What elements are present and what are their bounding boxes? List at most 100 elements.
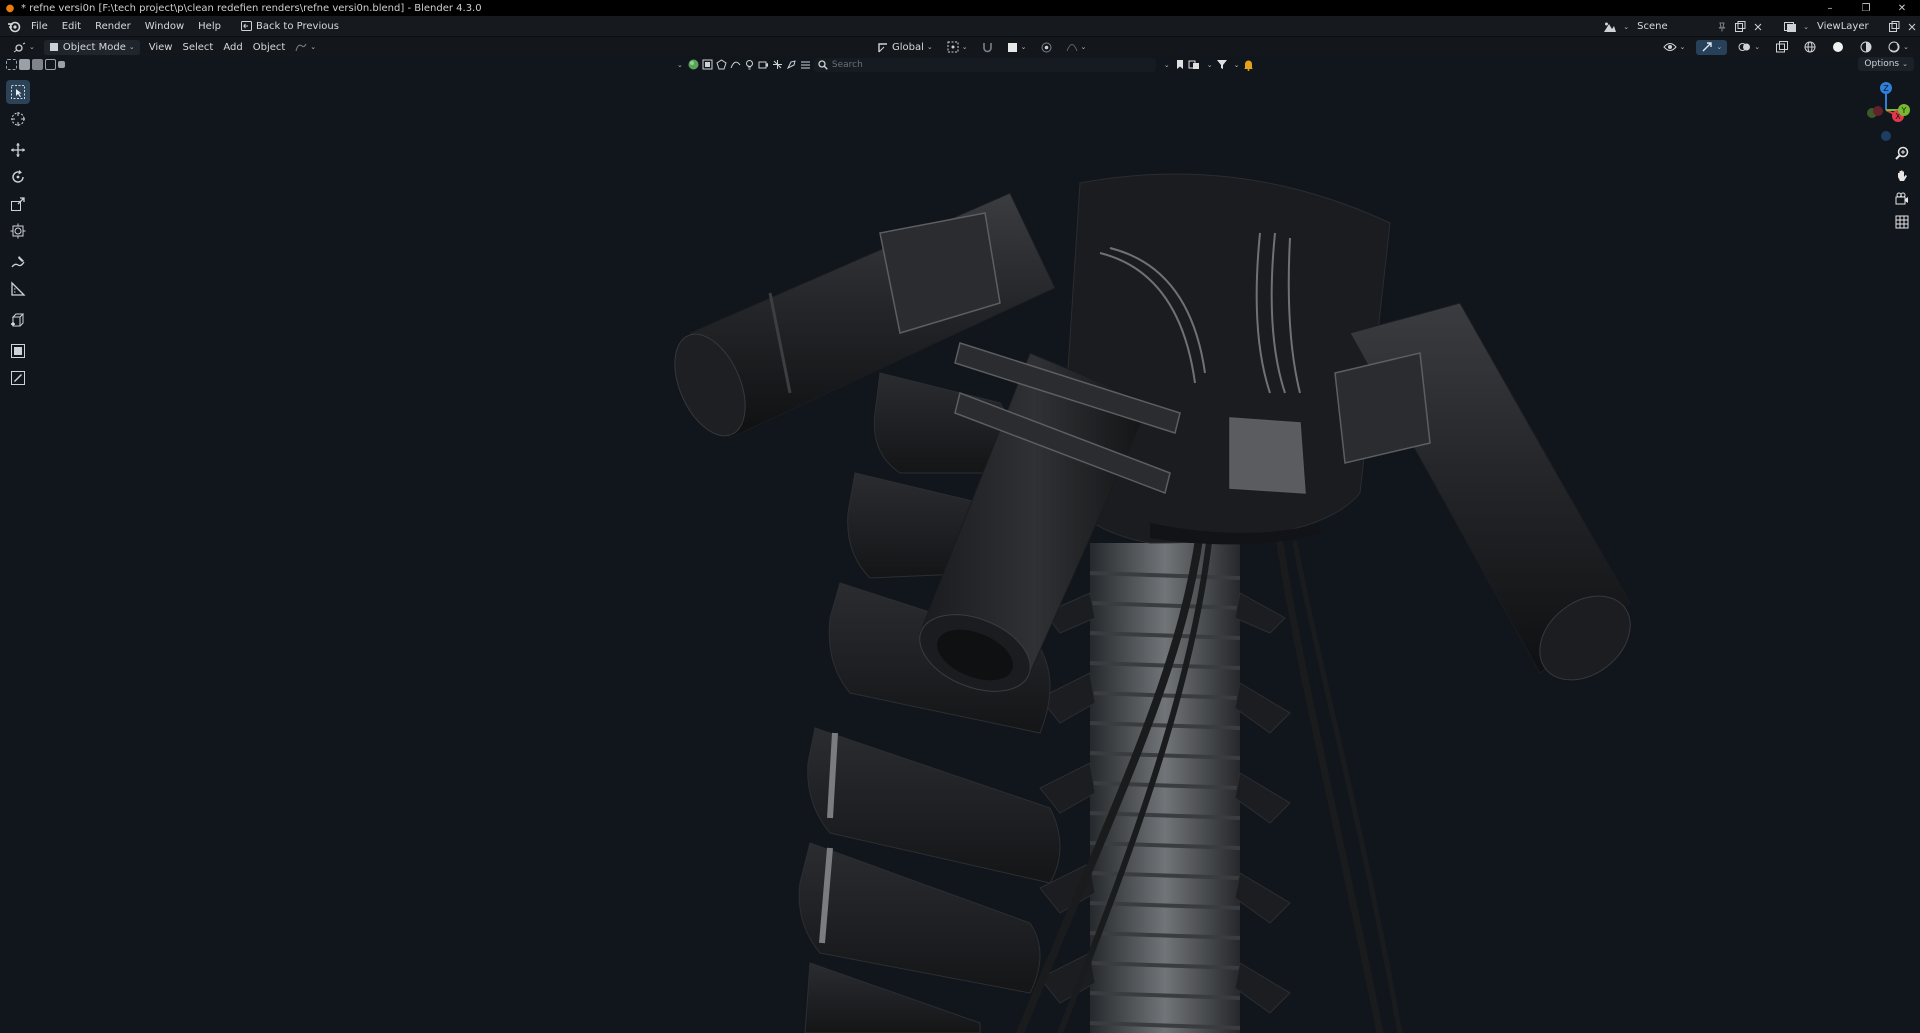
shading-material-button[interactable]: [1855, 40, 1877, 55]
tool-move[interactable]: [6, 138, 30, 162]
object-mode-dropdown[interactable]: Object Mode ⌄: [43, 39, 140, 55]
tool-rotate[interactable]: [6, 165, 30, 189]
gpencil-menu-button[interactable]: ⌄: [290, 40, 321, 55]
add-cube-icon: [11, 313, 25, 327]
3d-viewport-icon: [13, 42, 26, 52]
select-extend-icon[interactable]: [19, 59, 30, 70]
search-box[interactable]: [813, 57, 1156, 72]
close-icon: [1754, 23, 1762, 30]
xray-toggle[interactable]: [1771, 40, 1793, 55]
y-axis-handle[interactable]: Y: [1898, 104, 1910, 116]
viewlayer-name-field[interactable]: ViewLayer: [1813, 19, 1885, 34]
negative-x-axis-handle[interactable]: [1873, 106, 1883, 116]
tool-annotate[interactable]: [6, 250, 30, 274]
pivot-point-dropdown[interactable]: ⌄: [942, 40, 973, 55]
editor-type-button[interactable]: ⌄: [8, 40, 40, 55]
close-button[interactable]: ✕: [1884, 0, 1920, 16]
menu-render[interactable]: Render: [88, 17, 138, 35]
navigation-gizmo[interactable]: Z X Y: [1852, 80, 1912, 146]
snap-target-dropdown[interactable]: ⌄: [1002, 40, 1032, 55]
object-icon[interactable]: [702, 59, 713, 70]
3d-viewport[interactable]: [0, 73, 1920, 1033]
blender-menu-icon[interactable]: [4, 16, 24, 36]
bookmark-icon[interactable]: [1175, 59, 1185, 70]
shading-rendered-button[interactable]: ⌄: [1883, 40, 1914, 55]
empty-icon[interactable]: [772, 59, 783, 70]
move-icon: [11, 143, 25, 157]
tool-add-cube[interactable]: [6, 308, 30, 332]
menu-select[interactable]: Select: [177, 40, 218, 55]
select-new-icon[interactable]: [6, 59, 17, 70]
spine-mesh[interactable]: [1039, 543, 1291, 1033]
zoom-button[interactable]: [1892, 143, 1912, 163]
tool-cursor[interactable]: [6, 107, 30, 131]
minimize-button[interactable]: –: [1812, 0, 1848, 16]
menu-edit[interactable]: Edit: [55, 17, 88, 35]
show-overlays-toggle[interactable]: ⌄: [1733, 40, 1765, 55]
select-intersect-icon[interactable]: [58, 61, 65, 68]
annotate-icon: [11, 256, 25, 268]
select-subtract-icon[interactable]: [32, 59, 43, 70]
material-sphere-icon: [1860, 41, 1872, 53]
tool-spin[interactable]: [6, 339, 30, 363]
search-input[interactable]: [831, 59, 1132, 70]
viewlayer-selector-button[interactable]: ⌄: [1780, 19, 1813, 34]
scene-selector-button[interactable]: ⌄: [1599, 19, 1633, 34]
restore-button[interactable]: ❐: [1848, 0, 1884, 16]
new-scene-button[interactable]: [1731, 19, 1750, 34]
camera-icon[interactable]: [758, 59, 769, 70]
new-viewlayer-button[interactable]: [1885, 19, 1904, 34]
show-gizmo-toggle[interactable]: ⌄: [1696, 39, 1728, 55]
chevron-down-icon[interactable]: ⌄: [1207, 61, 1213, 69]
zoom-icon: [1895, 146, 1909, 160]
tool-measure[interactable]: [6, 277, 30, 301]
z-axis-handle[interactable]: Z: [1880, 82, 1892, 94]
visibility-selectability-dropdown[interactable]: ⌄: [1658, 40, 1691, 55]
edit-icon: [11, 371, 25, 385]
camera-view-button[interactable]: [1892, 189, 1912, 209]
light-icon[interactable]: [744, 59, 755, 70]
menu-add[interactable]: Add: [218, 40, 247, 55]
chevron-down-icon: ⌄: [1754, 43, 1761, 51]
filter-expand-button[interactable]: ⌄: [672, 57, 685, 72]
shading-solid-button[interactable]: [1827, 40, 1849, 55]
back-to-previous-button[interactable]: Back to Previous: [234, 17, 346, 35]
remove-scene-button[interactable]: [1750, 19, 1766, 34]
tool-scale[interactable]: [6, 192, 30, 216]
toggle-perspective-button[interactable]: [1892, 212, 1912, 232]
chevron-down-icon[interactable]: ⌄: [1234, 61, 1240, 69]
search-options-button[interactable]: ⌄: [1159, 57, 1172, 72]
proportional-edit-toggle[interactable]: [1036, 40, 1057, 55]
pin-scene-button[interactable]: [1713, 19, 1731, 34]
tool-transform[interactable]: [6, 219, 30, 243]
menu-window[interactable]: Window: [138, 17, 191, 35]
menu-object[interactable]: Object: [248, 40, 291, 55]
grid-icon: [1895, 215, 1909, 229]
tool-select-box[interactable]: [6, 80, 30, 104]
negative-z-axis-handle[interactable]: [1881, 131, 1891, 141]
menu-file[interactable]: File: [24, 17, 55, 35]
select-invert-icon[interactable]: [45, 59, 56, 70]
pan-button[interactable]: [1892, 166, 1912, 186]
pivot-icon: [947, 41, 959, 53]
tool-edit[interactable]: [6, 366, 30, 390]
view-settings-icon[interactable]: [1188, 59, 1201, 70]
curve-data-icon[interactable]: [730, 59, 741, 70]
menu-help[interactable]: Help: [191, 17, 228, 35]
proportional-falloff-dropdown[interactable]: ⌄: [1061, 40, 1092, 55]
mesh-icon[interactable]: [716, 59, 727, 70]
transform-orientation-dropdown[interactable]: Global ⌄: [872, 40, 938, 55]
shading-wireframe-button[interactable]: [1799, 40, 1821, 55]
filter-icon[interactable]: [1216, 59, 1228, 70]
scene-name-field[interactable]: Scene: [1633, 19, 1713, 34]
globe-icon[interactable]: [688, 59, 699, 70]
remove-viewlayer-button[interactable]: [1904, 19, 1920, 34]
armature-icon[interactable]: [786, 59, 797, 70]
snap-toggle[interactable]: [977, 40, 998, 55]
menu-view[interactable]: View: [144, 40, 178, 55]
viewport-canvas[interactable]: [0, 73, 1920, 1033]
other-objects-icon[interactable]: [800, 59, 811, 70]
cursor-icon: [11, 112, 25, 126]
options-dropdown[interactable]: Options ⌄: [1858, 57, 1914, 71]
bell-icon[interactable]: [1243, 59, 1254, 71]
